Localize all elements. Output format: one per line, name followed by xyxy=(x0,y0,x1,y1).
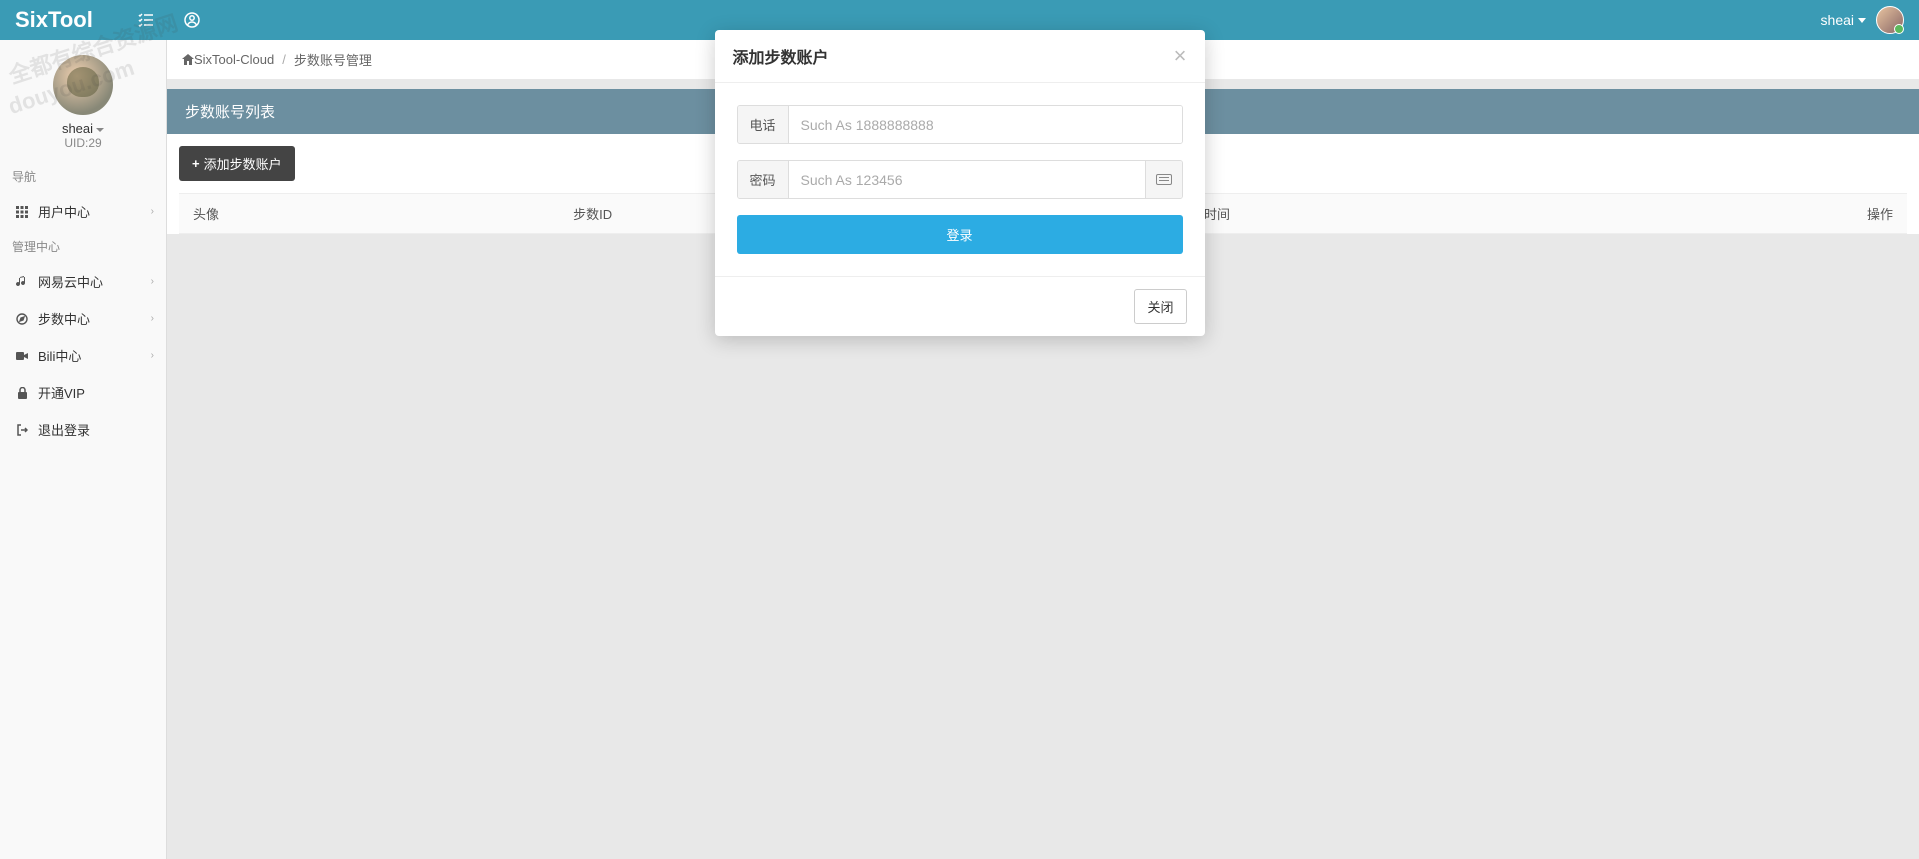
phone-input-group: 电话 xyxy=(737,105,1183,144)
phone-label: 电话 xyxy=(738,106,789,143)
modal-close-button[interactable]: × xyxy=(1174,45,1187,67)
modal-title: 添加步数账户 xyxy=(733,44,1174,68)
keyboard-toggle[interactable] xyxy=(1145,161,1182,198)
password-label: 密码 xyxy=(738,161,789,198)
modal-header: 添加步数账户 × xyxy=(715,30,1205,83)
login-button[interactable]: 登录 xyxy=(737,215,1183,254)
modal-footer: 关闭 xyxy=(715,276,1205,336)
password-input-group: 密码 xyxy=(737,160,1183,199)
close-button[interactable]: 关闭 xyxy=(1134,289,1186,324)
phone-input[interactable] xyxy=(789,106,1182,143)
password-input[interactable] xyxy=(789,161,1145,198)
modal-body: 电话 密码 登录 xyxy=(715,83,1205,276)
keyboard-icon xyxy=(1156,174,1172,185)
add-account-modal: 添加步数账户 × 电话 密码 登录 关闭 xyxy=(715,30,1205,336)
